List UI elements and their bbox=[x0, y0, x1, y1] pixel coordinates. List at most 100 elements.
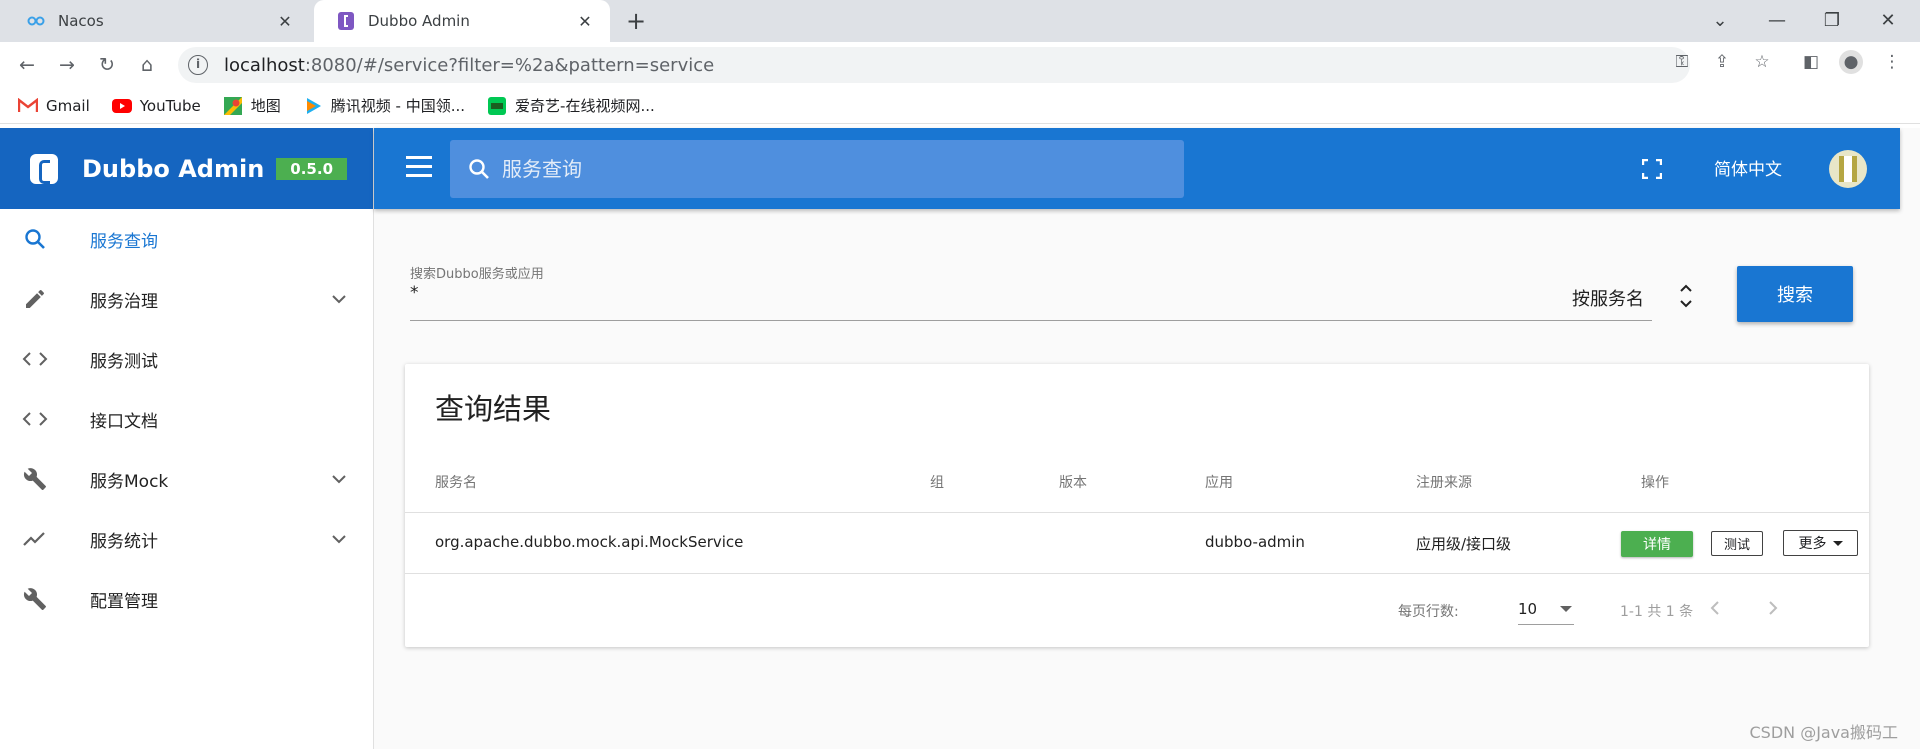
more-button[interactable]: 更多 bbox=[1783, 530, 1858, 556]
sidebar-item-service-query[interactable]: 服务查询 bbox=[0, 209, 373, 269]
language-switcher[interactable]: 简体中文 bbox=[1714, 155, 1782, 180]
bookmark-tencent-video[interactable]: 腾讯视频 - 中国领... bbox=[303, 95, 465, 116]
tab-search-icon[interactable]: ⌄ bbox=[1700, 6, 1740, 36]
search-type-select[interactable]: 按服务名 bbox=[1572, 285, 1644, 311]
window-close-icon[interactable]: ✕ bbox=[1868, 6, 1908, 36]
bookmark-maps[interactable]: 地图 bbox=[223, 95, 281, 116]
search-icon bbox=[469, 159, 489, 179]
share-icon[interactable]: ⇪ bbox=[1710, 50, 1734, 74]
fullscreen-icon[interactable] bbox=[1642, 159, 1662, 179]
bookmark-iqiyi[interactable]: 爱奇艺-在线视频网... bbox=[487, 95, 655, 116]
sidebar-item-label: 接口文档 bbox=[90, 411, 158, 432]
wrench-icon bbox=[20, 464, 50, 494]
tencent-video-icon bbox=[303, 97, 323, 114]
next-page-icon[interactable] bbox=[1761, 596, 1785, 620]
avatar[interactable] bbox=[1829, 150, 1867, 188]
sidebar-item-service-statistics[interactable]: 服务统计 bbox=[0, 509, 373, 569]
chevron-down-icon[interactable] bbox=[329, 469, 349, 489]
dropdown-arrow-icon bbox=[1560, 606, 1572, 612]
top-search-box[interactable] bbox=[450, 140, 1184, 198]
bookmark-label: 地图 bbox=[250, 97, 281, 115]
dubbo-logo-icon bbox=[30, 153, 58, 184]
site-info-icon[interactable]: i bbox=[188, 55, 208, 75]
address-bar[interactable]: i localhost:8080/#/service?filter=%2a&pa… bbox=[178, 47, 1690, 83]
key-icon[interactable]: ⚿ bbox=[1670, 50, 1694, 74]
column-header-group[interactable]: 组 bbox=[930, 472, 944, 492]
rows-per-page-select[interactable]: 10 bbox=[1518, 593, 1574, 625]
previous-page-icon[interactable] bbox=[1703, 596, 1727, 620]
rows-per-page-value: 10 bbox=[1518, 600, 1538, 618]
browser-menu-icon[interactable]: ⋮ bbox=[1880, 50, 1904, 74]
sidebar-item-label: 配置管理 bbox=[90, 591, 158, 612]
nacos-icon bbox=[26, 11, 46, 31]
dubbo-admin-app: Dubbo Admin 0.5.0 服务查询 服务治理 服务测试 接口文档 服务… bbox=[0, 128, 1920, 749]
bookmark-label: YouTube bbox=[139, 96, 201, 115]
watermark: CSDN @Java搬码工 bbox=[1749, 723, 1898, 742]
gmail-icon bbox=[18, 98, 38, 114]
dubbo-logo-icon bbox=[336, 11, 356, 31]
results-title: 查询结果 bbox=[435, 392, 552, 426]
bookmark-youtube[interactable]: YouTube bbox=[111, 96, 201, 115]
top-search-input[interactable] bbox=[500, 156, 1100, 182]
column-header-registry-source[interactable]: 注册来源 bbox=[1416, 472, 1472, 492]
sidebar-item-label: 服务治理 bbox=[90, 291, 158, 312]
column-header-actions: 操作 bbox=[1641, 475, 1669, 491]
back-icon[interactable]: ← bbox=[12, 50, 42, 80]
home-icon[interactable]: ⌂ bbox=[132, 50, 162, 80]
hamburger-menu-icon[interactable] bbox=[406, 156, 432, 178]
tab-title: Nacos bbox=[58, 12, 104, 30]
column-header-service[interactable]: 服务名 bbox=[435, 472, 477, 492]
detail-button[interactable]: 详情 bbox=[1621, 531, 1693, 557]
results-card: 查询结果 服务名 组 版本 应用 注册来源 操作 org.apache.dubb… bbox=[405, 364, 1869, 647]
sidebar-item-api-docs[interactable]: 接口文档 bbox=[0, 389, 373, 449]
sidebar-item-service-mock[interactable]: 服务Mock bbox=[0, 449, 373, 509]
column-header-application[interactable]: 应用 bbox=[1205, 472, 1233, 492]
trending-icon bbox=[20, 524, 50, 554]
version-badge: 0.5.0 bbox=[276, 157, 348, 180]
browser-toolbar: ← → ↻ ⌂ i localhost:8080/#/service?filte… bbox=[0, 42, 1920, 88]
forward-icon[interactable]: → bbox=[52, 50, 82, 80]
brand-name: Dubbo Admin bbox=[82, 154, 265, 183]
search-field-value[interactable]: * bbox=[410, 283, 419, 303]
side-panel-icon[interactable]: ◧ bbox=[1799, 50, 1823, 74]
bookmark-gmail[interactable]: Gmail bbox=[18, 97, 90, 115]
new-tab-button[interactable]: + bbox=[622, 7, 650, 35]
pencil-icon bbox=[20, 284, 50, 314]
sidebar-item-config-management[interactable]: 配置管理 bbox=[0, 569, 373, 629]
reload-icon[interactable]: ↻ bbox=[92, 50, 122, 80]
profile-icon[interactable]: ● bbox=[1839, 50, 1863, 74]
chevron-down-icon[interactable] bbox=[329, 529, 349, 549]
restore-icon[interactable]: ❐ bbox=[1812, 6, 1852, 36]
maps-icon bbox=[223, 96, 243, 115]
bookmark-star-icon[interactable]: ☆ bbox=[1750, 50, 1774, 74]
sidebar-item-service-test[interactable]: 服务测试 bbox=[0, 329, 373, 389]
browser-tab-nacos[interactable]: Nacos ✕ bbox=[0, 0, 310, 42]
more-button-label: 更多 bbox=[1798, 536, 1827, 552]
test-button[interactable]: 测试 bbox=[1711, 531, 1763, 556]
youtube-icon bbox=[111, 98, 132, 114]
tab-title: Dubbo Admin bbox=[368, 12, 470, 30]
unfold-icon[interactable] bbox=[1678, 279, 1694, 313]
caret-down-icon bbox=[1832, 540, 1843, 546]
url-path: :8080/#/service?filter=%2a&pattern=servi… bbox=[304, 54, 715, 76]
chevron-down-icon[interactable] bbox=[329, 289, 349, 309]
rows-per-page-label: 每页行数: bbox=[1398, 604, 1459, 620]
bookmark-label: 爱奇艺-在线视频网... bbox=[515, 97, 655, 115]
column-header-version[interactable]: 版本 bbox=[1059, 472, 1087, 492]
bookmarks-bar: Gmail YouTube 地图 腾讯视频 - 中国领... 爱奇艺-在线视频网… bbox=[0, 88, 1920, 124]
close-icon[interactable]: ✕ bbox=[574, 12, 596, 31]
search-field[interactable] bbox=[410, 279, 1652, 321]
iqiyi-icon bbox=[487, 96, 507, 115]
bookmark-label: Gmail bbox=[46, 96, 90, 115]
pagination-range: 1-1 共 1 条 bbox=[1620, 604, 1694, 620]
main-content: 搜索Dubbo服务或应用 * 按服务名 搜索 查询结果 服务名 组 版本 应用 … bbox=[374, 209, 1900, 749]
sidebar-item-label: 服务查询 bbox=[90, 231, 158, 252]
close-icon[interactable]: ✕ bbox=[274, 12, 296, 31]
sidebar-item-service-governance[interactable]: 服务治理 bbox=[0, 269, 373, 329]
browser-tab-dubbo-admin[interactable]: Dubbo Admin ✕ bbox=[314, 0, 610, 42]
brand-header: Dubbo Admin 0.5.0 bbox=[0, 128, 373, 209]
minimize-icon[interactable]: — bbox=[1757, 6, 1797, 36]
url-text: localhost:8080/#/service?filter=%2a&patt… bbox=[224, 55, 714, 76]
wrench-icon bbox=[20, 584, 50, 614]
search-button[interactable]: 搜索 bbox=[1737, 266, 1853, 322]
